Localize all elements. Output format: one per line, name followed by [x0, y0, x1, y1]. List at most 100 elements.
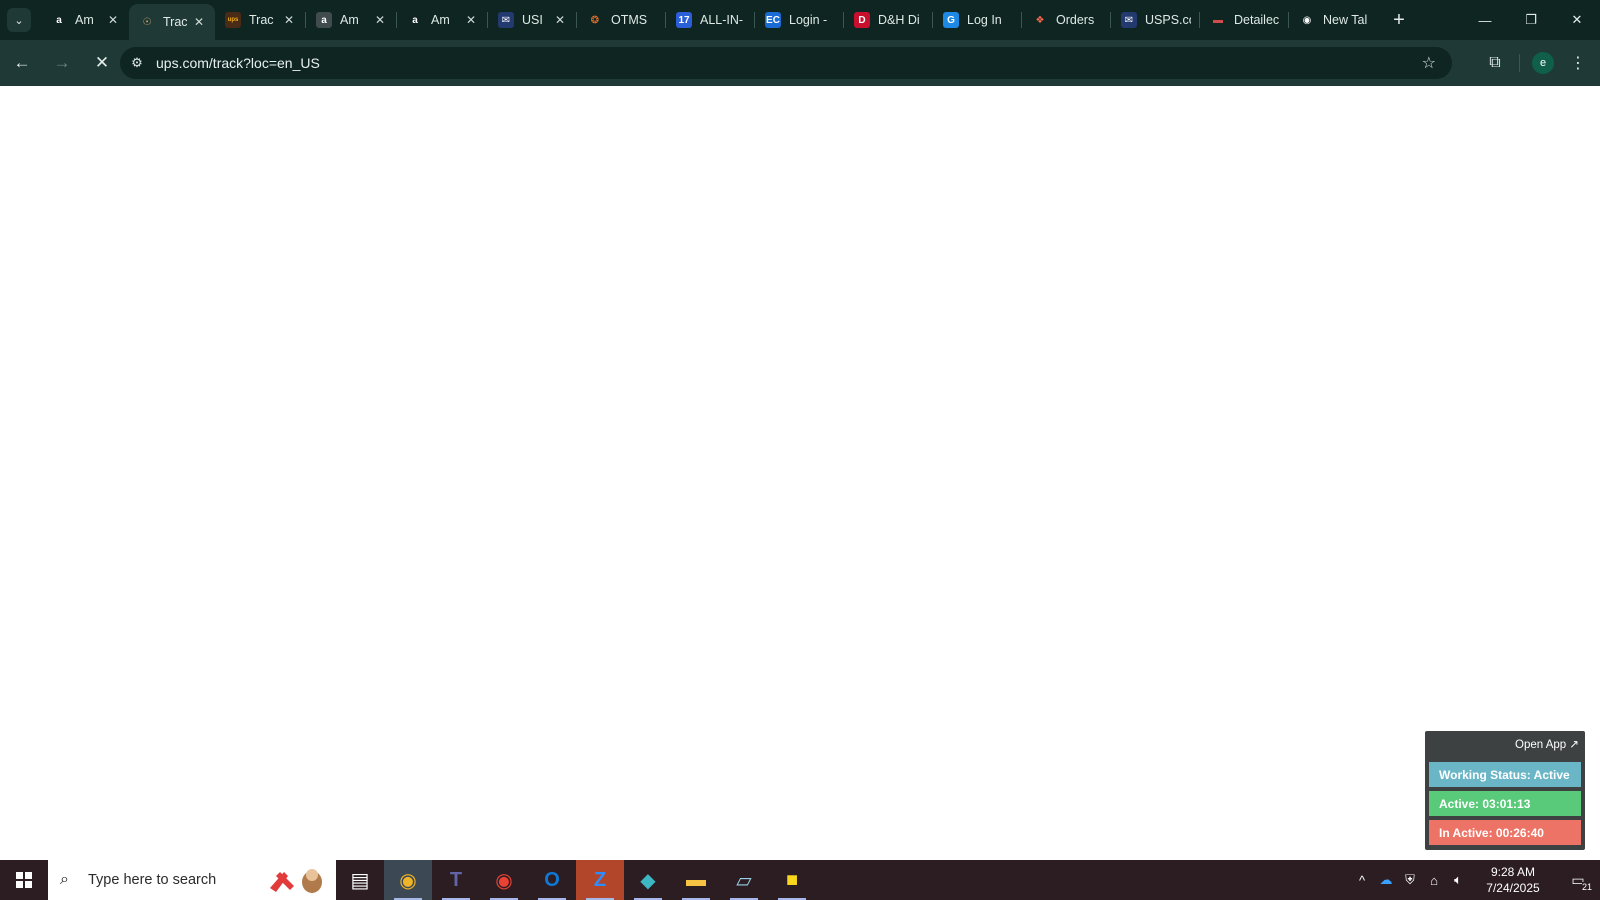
tab-title: Log In — [967, 13, 1002, 27]
chevron-down-icon: ⌄ — [14, 14, 24, 27]
restore-icon: ❐ — [1525, 12, 1537, 27]
taskbar-app-3[interactable]: ◉ — [480, 860, 528, 900]
open-app-link[interactable]: Open App ↗ — [1515, 737, 1579, 751]
notification-count: 21 — [1581, 881, 1592, 892]
arrow-left-icon: ← — [13, 53, 31, 72]
chrome-icon: ◉ — [1299, 12, 1315, 28]
tab-1[interactable]: ☉ Trac ✕ — [129, 4, 215, 40]
file-explorer-icon: ▬ — [686, 868, 706, 891]
tab-3[interactable]: a Am ✕ — [306, 0, 396, 40]
tab-search-button[interactable]: ⌄ — [7, 8, 31, 32]
close-tab-icon[interactable]: ✕ — [191, 15, 207, 29]
tab-4[interactable]: a Am ✕ — [397, 0, 487, 40]
chevron-up-icon[interactable]: ^ — [1350, 873, 1374, 888]
chrome-icon: ◉ — [399, 869, 417, 892]
clock[interactable]: 9:28 AM 7/24/2025 — [1470, 864, 1556, 896]
zoom-icon: Z — [593, 868, 607, 891]
amazon-icon: a — [407, 12, 423, 28]
forward-button[interactable]: → — [44, 45, 80, 81]
taskbar-app-9[interactable]: ■ — [768, 860, 816, 900]
tab-6[interactable]: ❂ OTMS — [577, 0, 665, 40]
taskbar-app-7[interactable]: ▬ — [672, 860, 720, 900]
profile-avatar[interactable]: e — [1532, 52, 1554, 74]
network-icon[interactable]: ⌂ — [1422, 873, 1446, 888]
ec-icon: EC — [765, 12, 781, 28]
close-tab-icon[interactable]: ✕ — [281, 13, 297, 27]
orders-icon: ❖ — [1032, 12, 1048, 28]
extensions-icon[interactable]: ⧉ — [1477, 45, 1513, 81]
windows-logo-icon — [16, 872, 32, 888]
tab-title: ALL-IN- — [700, 13, 744, 27]
taskbar-app-5[interactable]: Z — [576, 860, 624, 900]
taskbar-app-6[interactable]: ◆ — [624, 860, 672, 900]
tab-title: Am — [75, 13, 94, 27]
taskbar-app-0[interactable]: ▤ — [336, 860, 384, 900]
minimize-button[interactable]: — — [1462, 0, 1508, 40]
url-text[interactable]: ups.com/track?loc=en_US — [156, 55, 320, 71]
clock-time: 9:28 AM — [1490, 865, 1536, 879]
usps-icon: ✉ — [1121, 12, 1137, 28]
tab-list: a Am ✕ ☉ Trac ✕ ups Trac ✕ a Am ✕ a Am ✕ ✉ USI ✕ ❂ OTMS 17 AL… — [41, 0, 1379, 40]
usps-icon: ✉ — [498, 12, 514, 28]
site-settings-icon[interactable]: ⚙ — [126, 52, 148, 74]
stop-icon: ✕ — [94, 53, 110, 72]
onedrive-icon[interactable]: ☁ — [1374, 872, 1398, 888]
page-content — [0, 86, 1600, 860]
taskbar-search[interactable]: ⌕ Type here to search — [48, 860, 336, 900]
amazon-icon: a — [316, 12, 332, 28]
start-button[interactable] — [0, 860, 48, 900]
tab-title: Am — [431, 13, 450, 27]
close-tab-icon[interactable]: ✕ — [105, 13, 121, 27]
working-status: Working Status: Active — [1429, 762, 1581, 787]
stop-loading-button[interactable]: ✕ — [84, 45, 120, 81]
outlook-icon: O — [544, 868, 560, 891]
tab-title: Trac — [249, 13, 274, 27]
tab-10[interactable]: G Log In — [933, 0, 1021, 40]
tab-7[interactable]: 17 ALL-IN- — [666, 0, 754, 40]
close-window-button[interactable]: ✕ — [1554, 0, 1600, 40]
tab-14[interactable]: ◉ New Tal — [1289, 0, 1379, 40]
tab-13[interactable]: ▬ Detailec — [1200, 0, 1288, 40]
screen: ⌄ a Am ✕ ☉ Trac ✕ ups Trac ✕ a Am ✕ a Am ✕ ✉ USI ✕ ❂ OTMS 17… — [0, 0, 1600, 900]
ups-tracking-icon: ☉ — [139, 14, 155, 30]
tab-2[interactable]: ups Trac ✕ — [215, 0, 305, 40]
close-tab-icon[interactable]: ✕ — [552, 13, 568, 27]
tab-title: New Tal — [1323, 13, 1368, 27]
time-tracker-widget: Open App ↗ Working Status: Active Active… — [1425, 731, 1585, 850]
close-tab-icon[interactable]: ✕ — [463, 13, 479, 27]
system-tray: ^ ☁ ⛨ ⌂ 🔈︎ 9:28 AM 7/24/2025 ▭ 21 — [1350, 860, 1600, 900]
taskbar-app-2[interactable]: T — [432, 860, 480, 900]
restore-button[interactable]: ❐ — [1508, 0, 1554, 40]
sticky-notes-icon: ■ — [785, 868, 799, 891]
volume-icon[interactable]: 🔈︎ — [1446, 872, 1470, 888]
tab-0[interactable]: a Am ✕ — [41, 0, 129, 40]
security-icon[interactable]: ⛨ — [1398, 872, 1422, 888]
taskbar-app-4[interactable]: O — [528, 860, 576, 900]
login-g-icon: G — [943, 12, 959, 28]
new-tab-button[interactable]: + — [1385, 6, 1413, 34]
taskbar-app-1[interactable]: ◉ — [384, 860, 432, 900]
tab-strip: ⌄ a Am ✕ ☉ Trac ✕ ups Trac ✕ a Am ✕ a Am ✕ ✉ USI ✕ ❂ OTMS 17… — [0, 0, 1600, 40]
bookmark-star-icon[interactable]: ☆ — [1422, 53, 1436, 73]
address-bar[interactable]: ⚙ ups.com/track?loc=en_US ☆ — [120, 47, 1452, 79]
tab-11[interactable]: ❖ Orders — [1022, 0, 1110, 40]
taskbar-app-8[interactable]: ▱ — [720, 860, 768, 900]
toolbar-right: ⧉ e ⋮ — [1477, 40, 1600, 86]
tab-5[interactable]: ✉ USI ✕ — [488, 0, 576, 40]
notification-center-button[interactable]: ▭ 21 — [1556, 872, 1600, 892]
tab-title: Detailec — [1234, 13, 1280, 27]
close-tab-icon[interactable]: ✕ — [372, 13, 388, 27]
tab-9[interactable]: D D&H Di — [844, 0, 932, 40]
dh-icon: D — [854, 12, 870, 28]
tab-title: USPS.co — [1145, 13, 1191, 27]
tab-title: Orders — [1056, 13, 1095, 27]
teams-icon: T — [449, 868, 463, 891]
tab-8[interactable]: EC Login - — [755, 0, 843, 40]
taskbar-apps: ▤ ◉ T ◉ O Z ◆ ▬ ▱ ■ — [336, 860, 816, 900]
tab-12[interactable]: ✉ USPS.co — [1111, 0, 1199, 40]
profile-initial: e — [1539, 57, 1547, 69]
back-button[interactable]: ← — [4, 45, 40, 81]
minimize-icon: — — [1478, 12, 1492, 28]
more-menu-icon[interactable]: ⋮ — [1568, 53, 1588, 73]
active-time: Active: 03:01:13 — [1429, 791, 1581, 816]
